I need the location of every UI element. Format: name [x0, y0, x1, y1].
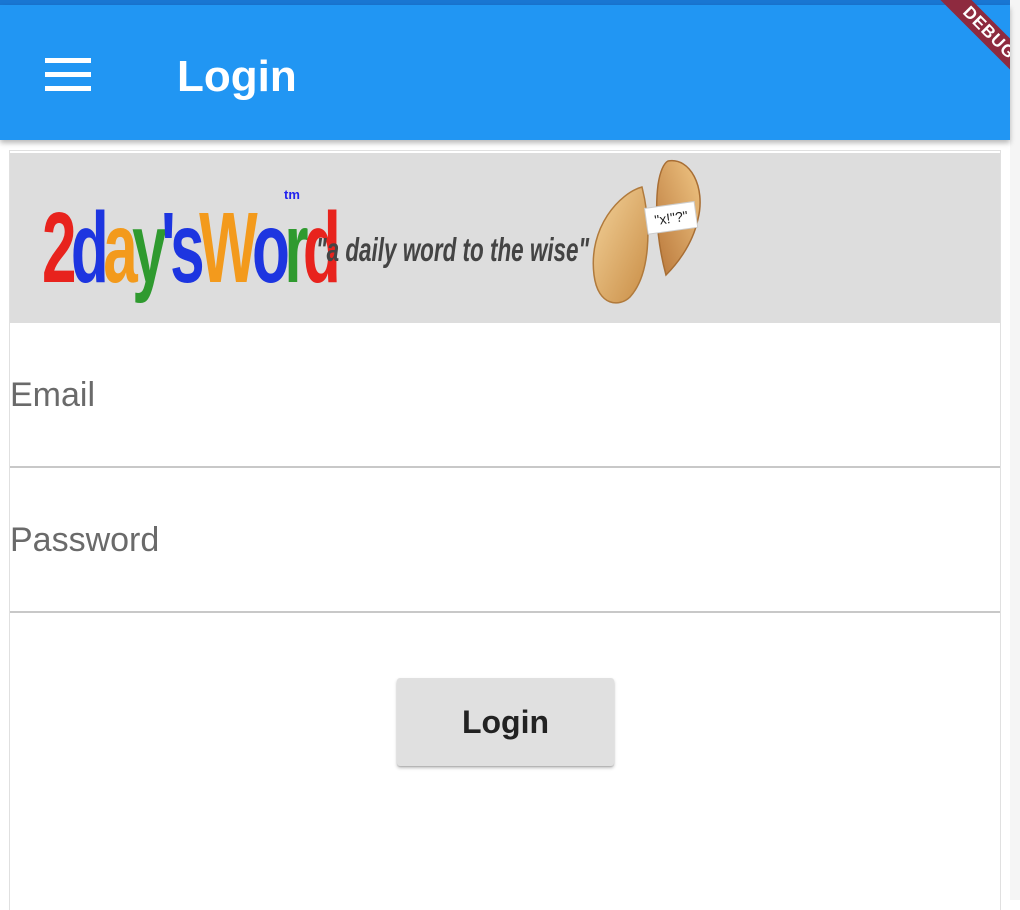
login-button[interactable]: Login: [397, 678, 614, 766]
debug-banner: DEBUG: [910, 0, 1010, 100]
logo-letter: r: [284, 192, 308, 304]
page-title: Login: [177, 52, 297, 101]
logo-apostrophe: ': [161, 192, 176, 304]
logo-letter: s: [170, 192, 204, 304]
logo-letter: a: [103, 192, 137, 304]
email-input[interactable]: [10, 375, 990, 415]
brand-banner: 2day'sWord tm "a daily word to the wise"…: [10, 153, 1000, 323]
logo-letter: o: [252, 192, 290, 304]
menu-button[interactable]: [28, 35, 108, 115]
logo-letter: 2: [42, 192, 76, 304]
brand-logo: 2day'sWord tm: [42, 183, 341, 313]
email-field-container: [10, 323, 1000, 468]
debug-label: DEBUG: [928, 0, 1010, 94]
logo-letter: d: [70, 192, 109, 304]
trademark-mark: tm: [284, 187, 300, 202]
password-input[interactable]: [10, 520, 990, 560]
app-bar: Login: [0, 5, 1010, 140]
window-edge: [1010, 0, 1020, 900]
hamburger-menu-icon: [45, 58, 91, 91]
brand-tagline: "a daily word to the wise": [316, 231, 590, 268]
password-field-container: [10, 468, 1000, 613]
logo-letter: W: [199, 192, 258, 304]
brand-logo-text: 2day'sWord: [42, 183, 341, 313]
login-card: 2day'sWord tm "a daily word to the wise"…: [9, 150, 1001, 910]
logo-letter: y: [132, 192, 166, 304]
fortune-cookie-image: "x!"?": [592, 160, 701, 304]
